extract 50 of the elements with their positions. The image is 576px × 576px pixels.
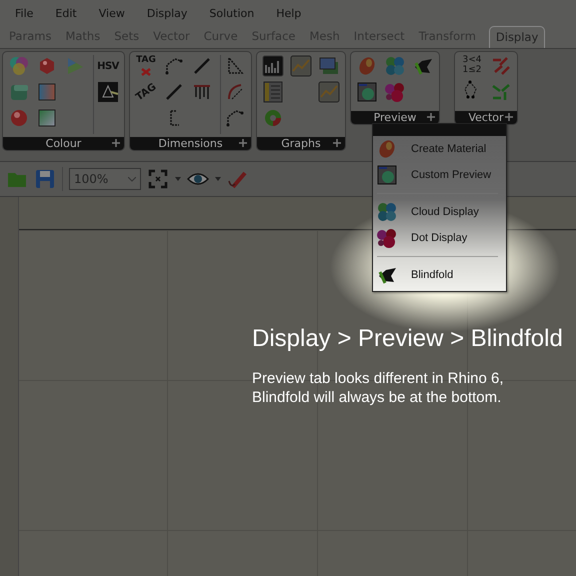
expand-icon[interactable] <box>427 113 435 121</box>
menu-item[interactable]: Dot Display <box>373 225 506 251</box>
histogram-icon[interactable] <box>262 55 284 77</box>
custom-preview-icon[interactable] <box>356 81 378 103</box>
zoom-extents-icon[interactable] <box>147 168 169 190</box>
prism-icon[interactable] <box>97 81 119 103</box>
expand-icon[interactable] <box>239 139 247 147</box>
diagonal-gradient-square-icon[interactable] <box>36 107 58 129</box>
expand-icon[interactable] <box>333 139 341 147</box>
line-graph-icon[interactable] <box>290 55 312 77</box>
menu-item[interactable]: View <box>88 6 136 20</box>
zoom-dropdown[interactable]: 100% <box>69 168 141 190</box>
save-icon[interactable] <box>34 168 56 190</box>
menu-item[interactable]: Help <box>265 6 312 20</box>
numbers-icon[interactable]: 3<4 1≤2 <box>460 55 484 75</box>
custom-preview-icon[interactable] <box>376 164 398 186</box>
sphere-icon[interactable] <box>8 107 30 129</box>
panel-footer[interactable]: Colour <box>3 137 124 150</box>
caption-title: Display > Preview > Blindfold <box>252 325 564 353</box>
caption-text: Preview tab looks different in Rhino 6, Blindfold will always be at the bottom. <box>252 369 505 407</box>
dots-icon[interactable] <box>376 227 398 249</box>
panel-footer[interactable]: Graphs <box>257 137 345 150</box>
menu-item[interactable]: Cloud Display <box>373 199 506 225</box>
expand-icon[interactable] <box>112 139 120 147</box>
panel-footer[interactable]: Vector <box>455 111 517 124</box>
cloud-icon[interactable] <box>376 201 398 223</box>
legend-icon[interactable] <box>262 81 284 103</box>
panel-footer[interactable]: Preview <box>351 111 439 124</box>
menu-item[interactable]: Create Material <box>373 136 506 162</box>
menu-item[interactable]: Solution <box>198 6 266 20</box>
caret-icon[interactable] <box>215 177 221 181</box>
color-wheel-icon[interactable] <box>8 55 30 77</box>
menu-item[interactable]: File <box>4 6 44 20</box>
hsv-icon[interactable]: HSV <box>97 55 119 77</box>
ribbon-tab[interactable]: Display <box>488 26 546 48</box>
menu-item[interactable]: Custom Preview <box>373 162 506 188</box>
chevron-icon[interactable] <box>128 176 136 182</box>
tag-icon[interactable]: TAG <box>130 76 162 108</box>
caret-icon[interactable] <box>175 177 181 181</box>
pie-gauge-icon[interactable] <box>262 107 284 129</box>
dots-icon[interactable] <box>384 81 406 103</box>
menu-item[interactable]: Edit <box>44 6 88 20</box>
line-graph-icon[interactable] <box>318 81 340 103</box>
gradient-square-icon[interactable] <box>36 81 58 103</box>
panel-footer[interactable]: Dimensions <box>130 137 251 150</box>
expand-icon[interactable] <box>505 113 513 121</box>
menu-item[interactable]: Blindfold <box>373 262 506 288</box>
image-icon[interactable] <box>318 55 340 77</box>
menu-item[interactable]: Display <box>136 6 198 20</box>
arrows-icon[interactable] <box>490 55 512 77</box>
